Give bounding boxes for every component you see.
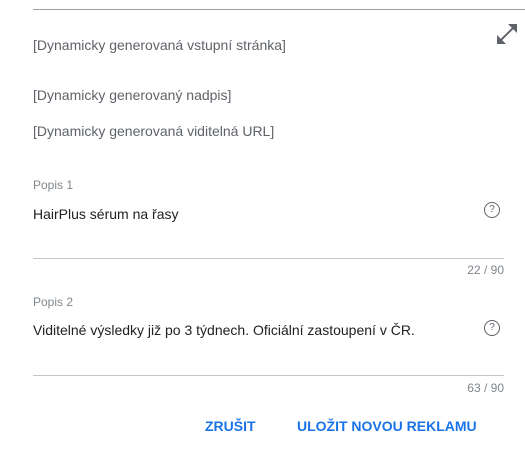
description-1-input[interactable]: HairPlus sérum na řasy — [33, 206, 179, 222]
top-divider — [33, 9, 525, 10]
expand-icon[interactable] — [494, 21, 520, 47]
help-icon[interactable]: ? — [484, 202, 500, 218]
dynamic-headline: [Dynamicky generovaný nadpis] — [33, 87, 232, 103]
dynamic-display-url: [Dynamicky generovaná viditelná URL] — [33, 123, 275, 139]
description-2-underline — [33, 375, 504, 376]
description-1-counter: 22 / 90 — [467, 263, 504, 277]
save-new-ad-button[interactable]: ULOŽIT NOVOU REKLAMU — [297, 418, 477, 434]
description-1-underline — [33, 258, 504, 259]
cancel-button[interactable]: ZRUŠIT — [205, 418, 256, 434]
dynamic-landing-page: [Dynamicky generovaná vstupní stránka] — [33, 37, 286, 53]
description-2-counter: 63 / 90 — [467, 381, 504, 395]
help-icon[interactable]: ? — [484, 320, 500, 336]
description-1-label: Popis 1 — [33, 178, 74, 192]
description-2-input[interactable]: Viditelné výsledky již po 3 týdnech. Ofi… — [33, 322, 415, 338]
description-2-label: Popis 2 — [33, 295, 74, 309]
ad-editor-panel: [Dynamicky generovaná vstupní stránka] [… — [0, 0, 525, 451]
